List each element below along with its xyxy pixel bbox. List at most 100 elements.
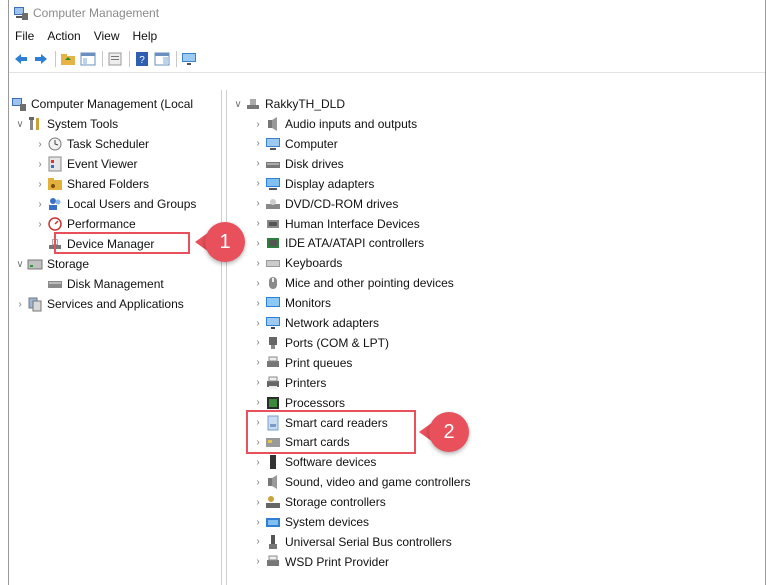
device-category-row[interactable]: › Monitors bbox=[251, 293, 331, 313]
device-category-row[interactable]: › Universal Serial Bus controllers bbox=[251, 532, 452, 552]
back-arrow-icon[interactable] bbox=[13, 51, 29, 67]
device-category-row[interactable]: › Print queues bbox=[251, 353, 352, 373]
monitor-icon bbox=[265, 295, 281, 311]
tree-label: Storage bbox=[47, 257, 90, 271]
device-category-label: Network adapters bbox=[285, 316, 380, 330]
chevron-right-icon[interactable]: › bbox=[251, 536, 265, 547]
device-category-row[interactable]: › Audio inputs and outputs bbox=[251, 114, 417, 134]
device-category-label: Computer bbox=[285, 136, 338, 151]
device-category-row[interactable]: › System devices bbox=[251, 512, 369, 532]
chevron-right-icon[interactable]: › bbox=[13, 299, 27, 310]
chevron-right-icon[interactable]: › bbox=[251, 218, 265, 229]
tree-item-performance[interactable]: › Performance bbox=[33, 214, 135, 234]
display-adapter-icon bbox=[265, 176, 281, 192]
callout-1: 1 bbox=[195, 222, 245, 262]
tree-label: Task Scheduler bbox=[67, 137, 150, 151]
device-tree-root[interactable]: ∨ RakkyTH_DLD bbox=[231, 94, 345, 114]
chevron-right-icon[interactable]: › bbox=[251, 258, 265, 269]
tree-item-disk-management[interactable]: Disk Management bbox=[33, 274, 164, 294]
help-icon[interactable]: ? bbox=[134, 51, 150, 67]
chevron-right-icon[interactable]: › bbox=[251, 138, 265, 149]
tree-item-shared-folders[interactable]: › Shared Folders bbox=[33, 174, 149, 194]
action-pane-icon[interactable] bbox=[154, 51, 170, 67]
chevron-right-icon[interactable]: › bbox=[251, 377, 265, 388]
computer-node-icon bbox=[245, 96, 261, 112]
title-bar: Computer Management bbox=[9, 0, 765, 26]
chevron-down-icon[interactable]: ∨ bbox=[13, 259, 27, 270]
tree-item-system-tools[interactable]: ∨ System Tools bbox=[13, 114, 118, 134]
disk-icon bbox=[47, 276, 63, 292]
tree-item-root[interactable]: Computer Management (Local bbox=[11, 94, 193, 114]
event-viewer-icon bbox=[47, 156, 63, 172]
tree-item-event-viewer[interactable]: › Event Viewer bbox=[33, 154, 137, 174]
chevron-right-icon[interactable]: › bbox=[33, 199, 47, 210]
device-category-row[interactable]: › IDE ATA/ATAPI controllers bbox=[251, 233, 424, 253]
device-category-label: Monitors bbox=[285, 296, 332, 311]
chevron-right-icon[interactable]: › bbox=[251, 517, 265, 528]
chevron-down-icon[interactable]: ∨ bbox=[231, 99, 245, 110]
properties-icon[interactable] bbox=[107, 51, 123, 67]
menu-help[interactable]: Help bbox=[133, 29, 158, 43]
chevron-right-icon[interactable]: › bbox=[251, 298, 265, 309]
device-category-row[interactable]: › Computer bbox=[251, 134, 338, 154]
menu-action[interactable]: Action bbox=[47, 29, 80, 43]
device-category-label: Ports (COM & LPT) bbox=[285, 335, 390, 350]
sound-icon bbox=[265, 474, 281, 490]
device-category-label: Print queues bbox=[285, 355, 353, 370]
tree-label: RakkyTH_DLD bbox=[265, 97, 346, 111]
device-category-row[interactable]: › Ports (COM & LPT) bbox=[251, 333, 389, 353]
device-category-label: Audio inputs and outputs bbox=[285, 117, 418, 131]
tree-item-storage[interactable]: ∨ Storage bbox=[13, 254, 89, 274]
show-hide-tree-icon[interactable] bbox=[80, 51, 96, 67]
storage-controller-icon bbox=[265, 494, 281, 510]
chevron-right-icon[interactable]: › bbox=[33, 159, 47, 170]
tree-label: System Tools bbox=[47, 117, 119, 131]
menu-view[interactable]: View bbox=[94, 29, 120, 43]
chevron-right-icon[interactable]: › bbox=[251, 477, 265, 488]
device-category-label: WSD Print Provider bbox=[285, 554, 390, 569]
monitor-icon[interactable] bbox=[181, 51, 197, 67]
device-category-label: Keyboards bbox=[285, 256, 343, 271]
device-category-row[interactable]: › Display adapters bbox=[251, 174, 374, 194]
menu-file[interactable]: File bbox=[15, 29, 34, 43]
device-category-row[interactable]: › DVD/CD-ROM drives bbox=[251, 194, 398, 214]
chevron-right-icon[interactable]: › bbox=[33, 219, 47, 230]
chevron-right-icon[interactable]: › bbox=[251, 497, 265, 508]
chevron-down-icon[interactable]: ∨ bbox=[13, 119, 27, 130]
device-category-label: Mice and other pointing devices bbox=[285, 276, 454, 291]
device-category-row[interactable]: › Human Interface Devices bbox=[251, 214, 419, 234]
device-category-row[interactable]: › Disk drives bbox=[251, 154, 343, 174]
chevron-right-icon[interactable]: › bbox=[251, 556, 265, 567]
chevron-right-icon[interactable]: › bbox=[251, 158, 265, 169]
chevron-right-icon[interactable]: › bbox=[251, 318, 265, 329]
forward-arrow-icon[interactable] bbox=[33, 51, 49, 67]
device-category-row[interactable]: › Software devices bbox=[251, 452, 376, 472]
device-category-row[interactable]: › Mice and other pointing devices bbox=[251, 273, 454, 293]
tree-label: Services and Applications bbox=[47, 297, 184, 311]
chevron-right-icon[interactable]: › bbox=[251, 238, 265, 249]
tree-item-services-apps[interactable]: › Services and Applications bbox=[13, 294, 184, 314]
chevron-right-icon[interactable]: › bbox=[33, 139, 47, 150]
chevron-right-icon[interactable]: › bbox=[251, 119, 265, 130]
tree-label: Event Viewer bbox=[67, 157, 138, 171]
chevron-right-icon[interactable]: › bbox=[251, 337, 265, 348]
tree-label: Computer Management (Local bbox=[31, 97, 194, 111]
chevron-right-icon[interactable]: › bbox=[251, 278, 265, 289]
device-category-row[interactable]: › Printers bbox=[251, 373, 326, 393]
usb-icon bbox=[265, 534, 281, 550]
device-category-row[interactable]: › Keyboards bbox=[251, 253, 342, 273]
chevron-right-icon[interactable]: › bbox=[33, 179, 47, 190]
chevron-right-icon[interactable]: › bbox=[251, 357, 265, 368]
device-category-row[interactable]: › Sound, video and game controllers bbox=[251, 472, 470, 492]
up-folder-icon[interactable] bbox=[60, 51, 76, 67]
chevron-right-icon[interactable]: › bbox=[251, 457, 265, 468]
chevron-right-icon[interactable]: › bbox=[251, 198, 265, 209]
tree-item-task-scheduler[interactable]: › Task Scheduler bbox=[33, 134, 149, 154]
device-category-row[interactable]: › WSD Print Provider bbox=[251, 552, 389, 572]
device-category-row[interactable]: › Network adapters bbox=[251, 313, 379, 333]
device-category-row[interactable]: › Storage controllers bbox=[251, 492, 385, 512]
chevron-right-icon[interactable]: › bbox=[251, 397, 265, 408]
device-category-label: DVD/CD-ROM drives bbox=[285, 196, 399, 211]
tree-item-local-users[interactable]: › Local Users and Groups bbox=[33, 194, 196, 214]
chevron-right-icon[interactable]: › bbox=[251, 178, 265, 189]
